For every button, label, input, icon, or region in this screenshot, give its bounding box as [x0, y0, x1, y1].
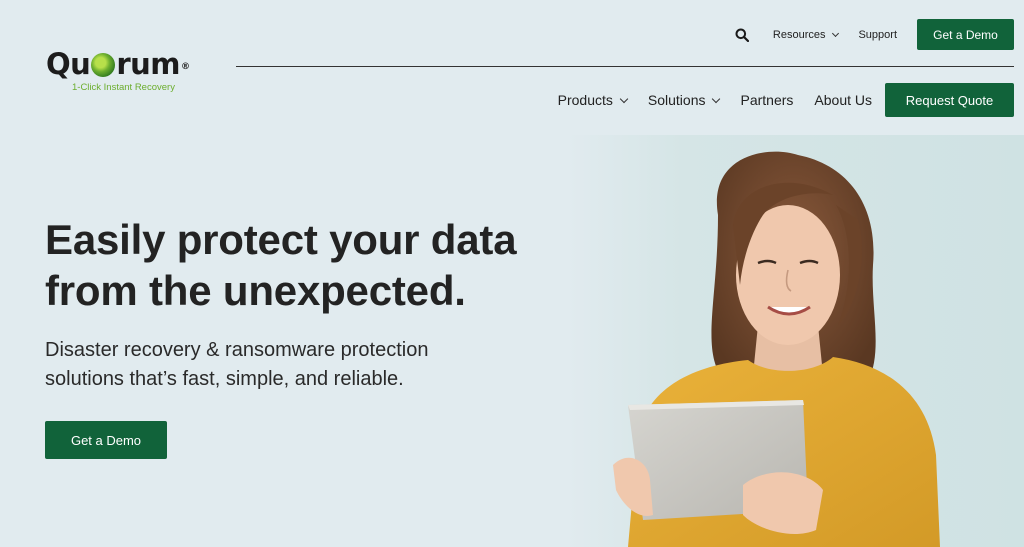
nav-products-label: Products	[557, 92, 613, 108]
nav-item-solutions[interactable]: Solutions	[647, 92, 721, 108]
search-icon[interactable]	[735, 28, 749, 42]
nav-item-about-us[interactable]: About Us	[814, 92, 872, 108]
header-get-demo-label: Get a Demo	[933, 27, 998, 42]
hero-subtitle: Disaster recovery & ransomware protectio…	[45, 336, 545, 394]
support-label: Support	[858, 28, 897, 41]
hero-subtitle-line-1: Disaster recovery & ransomware protectio…	[45, 339, 429, 361]
main-nav: Products Solutions Partners About Us Req…	[558, 83, 1014, 117]
logo-tagline: 1-Click Instant Recovery	[72, 82, 175, 93]
quorum-logo[interactable]: Qu rum ® 1-Click Instant Recovery	[46, 44, 196, 93]
chevron-down-icon	[712, 94, 721, 103]
header-divider	[236, 66, 1014, 67]
header-get-demo-button[interactable]: Get a Demo	[917, 19, 1014, 50]
logo-text-end: rum	[116, 47, 180, 81]
chevron-down-icon	[619, 94, 629, 103]
nav-solutions-label: Solutions	[647, 92, 706, 108]
nav-partners-label: Partners	[740, 92, 794, 108]
hero-title: Easily protect your data from the unexpe…	[45, 214, 585, 316]
request-quote-button[interactable]: Request Quote	[885, 83, 1014, 117]
logo-registered-mark: ®	[180, 62, 190, 72]
nav-about-label: About Us	[814, 92, 872, 108]
nav-item-products[interactable]: Products	[557, 92, 629, 108]
resources-label: Resources	[772, 28, 826, 41]
hero-photo-woman-with-tablet	[568, 135, 1024, 547]
logo-wordmark: Qu rum ®	[46, 44, 196, 84]
utility-nav: Resources Support Get a Demo	[735, 19, 1014, 50]
hero-title-line-1: Easily protect your data	[45, 216, 517, 263]
hero-title-line-2: from the unexpected.	[45, 267, 466, 314]
nav-item-partners[interactable]: Partners	[740, 92, 793, 108]
support-link[interactable]: Support	[858, 29, 897, 41]
resources-menu[interactable]: Resources	[772, 28, 840, 41]
hero-get-demo-label: Get a Demo	[70, 432, 142, 448]
logo-globe-icon	[91, 53, 116, 77]
hero-subtitle-line-2: solutions that’s fast, simple, and relia…	[45, 368, 404, 390]
chevron-down-icon	[832, 29, 840, 37]
logo-text-start: Qu	[46, 47, 91, 81]
request-quote-label: Request Quote	[905, 92, 994, 108]
hero-get-demo-button[interactable]: Get a Demo	[45, 421, 167, 459]
